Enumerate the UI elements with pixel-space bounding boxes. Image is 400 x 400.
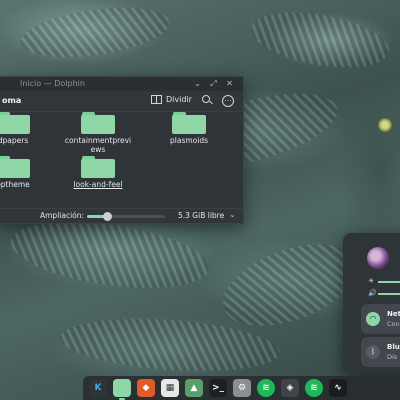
- free-space-label: 5.3 GiB libre: [178, 211, 225, 220]
- window-title: Inicio — Dolphin: [20, 79, 85, 88]
- folder-icon: [0, 112, 30, 134]
- folder-item[interactable]: containmentpreviews: [63, 112, 133, 154]
- file-view[interactable]: dpapers containmentpreviews plasmoids op…: [0, 112, 243, 208]
- file-manager-window[interactable]: Inicio — Dolphin ⌄ ⤢ ✕ oma Dividir … dpa…: [0, 76, 244, 224]
- app-store-icon[interactable]: ◆: [137, 379, 155, 397]
- status-bar: Ampliación: 5.3 GiB libre ⌄: [0, 208, 243, 223]
- folder-item[interactable]: plasmoids: [154, 112, 224, 145]
- game-icon[interactable]: ◈: [281, 379, 299, 397]
- zoom-slider[interactable]: [87, 212, 165, 221]
- system-monitor-icon[interactable]: ∿: [329, 379, 347, 397]
- flower-accent: [378, 118, 392, 132]
- file-manager-icon[interactable]: [113, 379, 131, 400]
- spotify-icon[interactable]: ≋: [257, 379, 275, 397]
- folder-label: containmentpreviews: [64, 136, 132, 154]
- network-status: Con: [387, 320, 400, 328]
- network-toggle[interactable]: ◠ Net Con: [361, 304, 400, 334]
- dock: K ◆ ▦ ▲ >_ ⚙ ≋ ◈ ≋ ∿: [83, 376, 400, 400]
- folder-label: plasmoids: [170, 136, 208, 145]
- kde-icon[interactable]: K: [89, 379, 107, 397]
- toolbar: oma Dividir …: [0, 91, 243, 112]
- folder-icon: [81, 156, 115, 178]
- volume-fill: [378, 293, 400, 295]
- avatar[interactable]: [367, 247, 389, 269]
- image-viewer-icon[interactable]: ▲: [185, 379, 203, 397]
- network-title: Net: [387, 310, 400, 318]
- chevron-down-icon[interactable]: ⌄: [229, 210, 236, 219]
- quick-settings-panel: ☀ 🔊 ◠ Net Con ᛒ Blue Dis: [343, 233, 400, 373]
- minimize-icon[interactable]: ⌄: [192, 78, 203, 89]
- close-icon[interactable]: ✕: [224, 78, 235, 89]
- hamburger-menu-icon[interactable]: …: [222, 95, 234, 107]
- folder-icon: [172, 112, 206, 134]
- zoom-slider-handle[interactable]: [102, 212, 112, 221]
- settings-icon[interactable]: ⚙: [233, 379, 251, 397]
- brightness-slider[interactable]: ☀: [368, 277, 400, 287]
- breadcrumb[interactable]: oma: [2, 96, 21, 105]
- maximize-icon[interactable]: ⤢: [208, 78, 219, 89]
- wifi-icon: ◠: [366, 312, 380, 326]
- bluetooth-title: Blue: [387, 343, 400, 351]
- folder-label: look-and-feel: [73, 180, 123, 189]
- folder-item[interactable]: dpapers: [0, 112, 48, 145]
- window-titlebar[interactable]: Inicio — Dolphin ⌄ ⤢ ✕: [0, 77, 243, 91]
- brightness-icon: ☀: [368, 277, 375, 285]
- spotify-icon[interactable]: ≋: [305, 379, 323, 397]
- zoom-label: Ampliación:: [40, 211, 85, 220]
- folder-label: optheme: [0, 180, 30, 189]
- volume-slider[interactable]: 🔊: [368, 289, 400, 299]
- bluetooth-status: Dis: [387, 353, 398, 361]
- volume-icon: 🔊: [368, 289, 377, 297]
- terminal-icon[interactable]: >_: [209, 379, 227, 397]
- split-view-icon: [151, 95, 162, 104]
- folder-item[interactable]: optheme: [0, 156, 48, 189]
- search-icon[interactable]: [202, 95, 212, 105]
- split-button[interactable]: Dividir: [151, 95, 192, 104]
- rope-strand: [246, 3, 394, 77]
- folder-icon: [0, 156, 30, 178]
- folder-label: dpapers: [0, 136, 29, 145]
- rope-strand: [6, 211, 214, 299]
- package-icon[interactable]: ▦: [161, 379, 179, 397]
- split-label: Dividir: [166, 95, 192, 104]
- brightness-fill: [378, 281, 400, 283]
- folder-item[interactable]: look-and-feel: [63, 156, 133, 189]
- folder-icon: [81, 112, 115, 134]
- bluetooth-toggle[interactable]: ᛒ Blue Dis: [361, 337, 400, 367]
- rope-strand: [17, 0, 173, 66]
- bluetooth-icon: ᛒ: [366, 345, 380, 359]
